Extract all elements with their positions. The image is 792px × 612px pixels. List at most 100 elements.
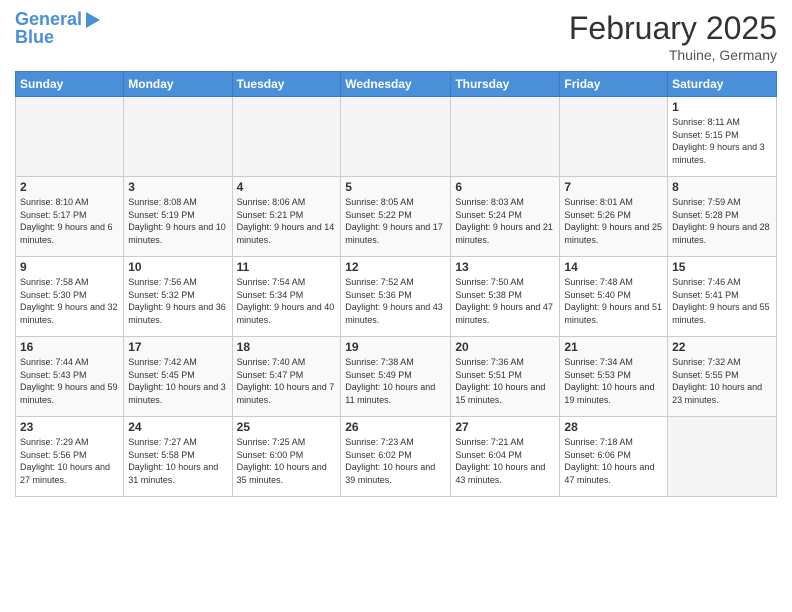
- day-number: 16: [20, 340, 119, 354]
- weekday-header-monday: Monday: [124, 72, 232, 97]
- day-number: 5: [345, 180, 446, 194]
- calendar-cell: 14 Sunrise: 7:48 AM Sunset: 5:40 PM Dayli…: [560, 257, 668, 337]
- calendar-cell: 25Sunrise: 7:25 AM Sunset: 6:00 PM Dayli…: [232, 417, 341, 497]
- calendar-cell: 16 Sunrise: 7:44 AM Sunset: 5:43 PM Dayli…: [16, 337, 124, 417]
- day-info: Sunrise: 8:01 AM Sunset: 5:26 PM Dayligh…: [564, 196, 663, 246]
- day-number: 18: [237, 340, 337, 354]
- day-info: Sunrise: 7:29 AM Sunset: 5:56 PM Dayligh…: [20, 436, 119, 486]
- day-info: Sunrise: 7:54 AM Sunset: 5:34 PM Dayligh…: [237, 276, 337, 326]
- calendar-cell: [451, 97, 560, 177]
- logo-arrow-icon: [86, 12, 100, 28]
- calendar-cell: 21Sunrise: 7:34 AM Sunset: 5:53 PM Dayli…: [560, 337, 668, 417]
- week-row-0: 1 Sunrise: 8:11 AM Sunset: 5:15 PM Daylig…: [16, 97, 777, 177]
- day-number: 13: [455, 260, 555, 274]
- day-number: 10: [128, 260, 227, 274]
- calendar-cell: 18 Sunrise: 7:40 AM Sunset: 5:47 PM Dayli…: [232, 337, 341, 417]
- day-info: Sunrise: 7:50 AM Sunset: 5:38 PM Dayligh…: [455, 276, 555, 326]
- calendar-cell: [341, 97, 451, 177]
- day-info: Sunrise: 7:42 AM Sunset: 5:45 PM Dayligh…: [128, 356, 227, 406]
- month-title: February 2025: [569, 10, 777, 47]
- calendar-cell: 19 Sunrise: 7:38 AM Sunset: 5:49 PM Dayli…: [341, 337, 451, 417]
- calendar: SundayMondayTuesdayWednesdayThursdayFrid…: [15, 71, 777, 497]
- day-info: Sunrise: 8:08 AM Sunset: 5:19 PM Dayligh…: [128, 196, 227, 246]
- weekday-header-tuesday: Tuesday: [232, 72, 341, 97]
- day-info: Sunrise: 7:56 AM Sunset: 5:32 PM Dayligh…: [128, 276, 227, 326]
- day-info: Sunrise: 8:10 AM Sunset: 5:17 PM Dayligh…: [20, 196, 119, 246]
- day-info: Sunrise: 7:40 AM Sunset: 5:47 PM Dayligh…: [237, 356, 337, 406]
- day-number: 22: [672, 340, 772, 354]
- day-number: 2: [20, 180, 119, 194]
- day-number: 14: [564, 260, 663, 274]
- calendar-cell: 1 Sunrise: 8:11 AM Sunset: 5:15 PM Daylig…: [668, 97, 777, 177]
- day-info: Sunrise: 8:03 AM Sunset: 5:24 PM Dayligh…: [455, 196, 555, 246]
- day-number: 21: [564, 340, 663, 354]
- day-info: Sunrise: 7:32 AM Sunset: 5:55 PM Dayligh…: [672, 356, 772, 406]
- weekday-header-wednesday: Wednesday: [341, 72, 451, 97]
- calendar-cell: 27Sunrise: 7:21 AM Sunset: 6:04 PM Dayli…: [451, 417, 560, 497]
- title-section: February 2025 Thuine, Germany: [569, 10, 777, 63]
- calendar-cell: 5 Sunrise: 8:05 AM Sunset: 5:22 PM Daylig…: [341, 177, 451, 257]
- day-info: Sunrise: 7:48 AM Sunset: 5:40 PM Dayligh…: [564, 276, 663, 326]
- day-number: 3: [128, 180, 227, 194]
- day-info: Sunrise: 7:59 AM Sunset: 5:28 PM Dayligh…: [672, 196, 772, 246]
- calendar-cell: 20 Sunrise: 7:36 AM Sunset: 5:51 PM Dayli…: [451, 337, 560, 417]
- location: Thuine, Germany: [569, 47, 777, 63]
- logo-blue-text: Blue: [15, 28, 54, 48]
- day-info: Sunrise: 7:23 AM Sunset: 6:02 PM Dayligh…: [345, 436, 446, 486]
- calendar-cell: [668, 417, 777, 497]
- calendar-cell: 22 Sunrise: 7:32 AM Sunset: 5:55 PM Dayli…: [668, 337, 777, 417]
- calendar-cell: 23 Sunrise: 7:29 AM Sunset: 5:56 PM Dayli…: [16, 417, 124, 497]
- day-info: Sunrise: 7:27 AM Sunset: 5:58 PM Dayligh…: [128, 436, 227, 486]
- day-number: 20: [455, 340, 555, 354]
- day-info: Sunrise: 7:38 AM Sunset: 5:49 PM Dayligh…: [345, 356, 446, 406]
- day-number: 4: [237, 180, 337, 194]
- calendar-cell: 28Sunrise: 7:18 AM Sunset: 6:06 PM Dayli…: [560, 417, 668, 497]
- calendar-cell: [124, 97, 232, 177]
- weekday-header-sunday: Sunday: [16, 72, 124, 97]
- calendar-cell: 3 Sunrise: 8:08 AM Sunset: 5:19 PM Daylig…: [124, 177, 232, 257]
- main-container: General Blue February 2025 Thuine, Germa…: [0, 0, 792, 507]
- day-number: 7: [564, 180, 663, 194]
- day-number: 11: [237, 260, 337, 274]
- week-row-3: 16 Sunrise: 7:44 AM Sunset: 5:43 PM Dayli…: [16, 337, 777, 417]
- day-info: Sunrise: 8:11 AM Sunset: 5:15 PM Dayligh…: [672, 116, 772, 166]
- day-info: Sunrise: 8:05 AM Sunset: 5:22 PM Dayligh…: [345, 196, 446, 246]
- day-number: 1: [672, 100, 772, 114]
- calendar-cell: 13 Sunrise: 7:50 AM Sunset: 5:38 PM Dayli…: [451, 257, 560, 337]
- day-info: Sunrise: 7:36 AM Sunset: 5:51 PM Dayligh…: [455, 356, 555, 406]
- day-number: 24: [128, 420, 227, 434]
- calendar-cell: [560, 97, 668, 177]
- calendar-cell: 11 Sunrise: 7:54 AM Sunset: 5:34 PM Dayli…: [232, 257, 341, 337]
- day-number: 17: [128, 340, 227, 354]
- calendar-cell: [16, 97, 124, 177]
- weekday-header-saturday: Saturday: [668, 72, 777, 97]
- calendar-cell: 9Sunrise: 7:58 AM Sunset: 5:30 PM Daylig…: [16, 257, 124, 337]
- day-number: 19: [345, 340, 446, 354]
- day-number: 25: [237, 420, 337, 434]
- week-row-1: 2 Sunrise: 8:10 AM Sunset: 5:17 PM Daylig…: [16, 177, 777, 257]
- header: General Blue February 2025 Thuine, Germa…: [15, 10, 777, 63]
- day-number: 9: [20, 260, 119, 274]
- calendar-cell: 7 Sunrise: 8:01 AM Sunset: 5:26 PM Daylig…: [560, 177, 668, 257]
- calendar-cell: [232, 97, 341, 177]
- calendar-cell: 12 Sunrise: 7:52 AM Sunset: 5:36 PM Dayli…: [341, 257, 451, 337]
- day-number: 28: [564, 420, 663, 434]
- calendar-cell: 10 Sunrise: 7:56 AM Sunset: 5:32 PM Dayli…: [124, 257, 232, 337]
- weekday-header-row: SundayMondayTuesdayWednesdayThursdayFrid…: [16, 72, 777, 97]
- day-info: Sunrise: 7:44 AM Sunset: 5:43 PM Dayligh…: [20, 356, 119, 406]
- day-info: Sunrise: 8:06 AM Sunset: 5:21 PM Dayligh…: [237, 196, 337, 246]
- day-number: 23: [20, 420, 119, 434]
- calendar-cell: 2 Sunrise: 8:10 AM Sunset: 5:17 PM Daylig…: [16, 177, 124, 257]
- calendar-cell: 26 Sunrise: 7:23 AM Sunset: 6:02 PM Dayli…: [341, 417, 451, 497]
- day-number: 26: [345, 420, 446, 434]
- day-number: 12: [345, 260, 446, 274]
- calendar-cell: 8 Sunrise: 7:59 AM Sunset: 5:28 PM Daylig…: [668, 177, 777, 257]
- calendar-cell: 15Sunrise: 7:46 AM Sunset: 5:41 PM Dayli…: [668, 257, 777, 337]
- calendar-cell: 24 Sunrise: 7:27 AM Sunset: 5:58 PM Dayli…: [124, 417, 232, 497]
- day-info: Sunrise: 7:52 AM Sunset: 5:36 PM Dayligh…: [345, 276, 446, 326]
- calendar-cell: 4 Sunrise: 8:06 AM Sunset: 5:21 PM Daylig…: [232, 177, 341, 257]
- week-row-2: 9Sunrise: 7:58 AM Sunset: 5:30 PM Daylig…: [16, 257, 777, 337]
- day-number: 8: [672, 180, 772, 194]
- weekday-header-friday: Friday: [560, 72, 668, 97]
- weekday-header-thursday: Thursday: [451, 72, 560, 97]
